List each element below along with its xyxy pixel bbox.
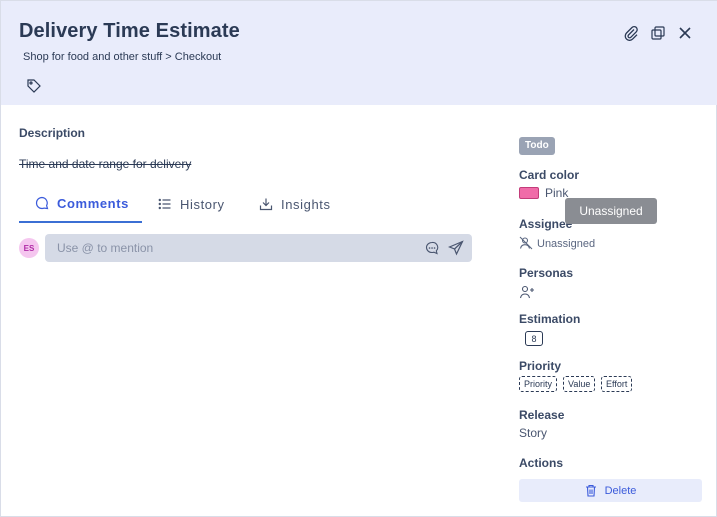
tab-insights-label: Insights xyxy=(281,196,331,212)
paperclip-icon xyxy=(624,25,638,41)
tab-comments[interactable]: Comments xyxy=(19,185,142,223)
download-tray-icon xyxy=(259,198,273,211)
estimation-label: Estimation xyxy=(519,312,581,326)
breadcrumb[interactable]: Shop for food and other stuff > Checkout xyxy=(23,51,221,63)
comment-input[interactable] xyxy=(45,234,405,262)
estimation-value[interactable]: 8 xyxy=(525,331,543,346)
value-chip[interactable]: Value xyxy=(563,376,596,392)
tab-bar: Comments History Insights xyxy=(19,185,349,223)
duplicate-button[interactable] xyxy=(648,23,668,43)
tooltip: Unassigned xyxy=(565,198,657,224)
close-icon xyxy=(679,27,691,39)
actions-label: Actions xyxy=(519,456,564,470)
emoji-button[interactable] xyxy=(425,241,439,255)
personas-label: Personas xyxy=(519,266,574,280)
card-color-value[interactable]: Pink xyxy=(545,186,568,200)
delete-button[interactable]: Delete xyxy=(519,479,702,502)
add-persona-icon[interactable] xyxy=(519,285,535,299)
priority-label: Priority xyxy=(519,359,562,373)
card-title[interactable]: Delivery Time Estimate xyxy=(19,20,240,43)
send-icon xyxy=(447,240,464,256)
release-value[interactable]: Story xyxy=(519,426,547,440)
send-button[interactable] xyxy=(447,240,464,256)
attachment-button[interactable] xyxy=(621,23,641,43)
tab-history[interactable]: History xyxy=(158,185,225,223)
trash-icon xyxy=(585,484,596,497)
avatar: ES xyxy=(19,238,39,258)
chat-bubble-icon xyxy=(426,241,439,255)
card-header: Delivery Time Estimate Shop for food and… xyxy=(1,1,717,105)
description-label: Description xyxy=(19,126,86,140)
tag-icon[interactable] xyxy=(26,78,42,94)
effort-chip[interactable]: Effort xyxy=(601,376,633,392)
unassigned-user-icon[interactable] xyxy=(519,236,533,250)
tab-insights[interactable]: Insights xyxy=(259,185,331,223)
tab-comments-label: Comments xyxy=(57,195,129,211)
assignee-value[interactable]: Unassigned xyxy=(537,238,595,250)
copy-icon xyxy=(651,26,665,40)
card-color-label: Card color xyxy=(519,168,580,182)
release-label: Release xyxy=(519,408,565,422)
tab-history-label: History xyxy=(180,196,225,212)
card-detail-modal: Delivery Time Estimate Shop for food and… xyxy=(0,0,717,517)
color-swatch[interactable] xyxy=(519,187,539,199)
comment-icon xyxy=(35,196,49,210)
delete-label: Delete xyxy=(604,484,637,497)
priority-chip[interactable]: Priority xyxy=(519,376,558,392)
comment-box xyxy=(45,234,472,262)
list-icon xyxy=(158,198,171,210)
close-button[interactable] xyxy=(675,23,695,43)
description-text[interactable]: Time and date range for delivery xyxy=(19,157,191,171)
status-badge[interactable]: Todo xyxy=(519,137,555,155)
